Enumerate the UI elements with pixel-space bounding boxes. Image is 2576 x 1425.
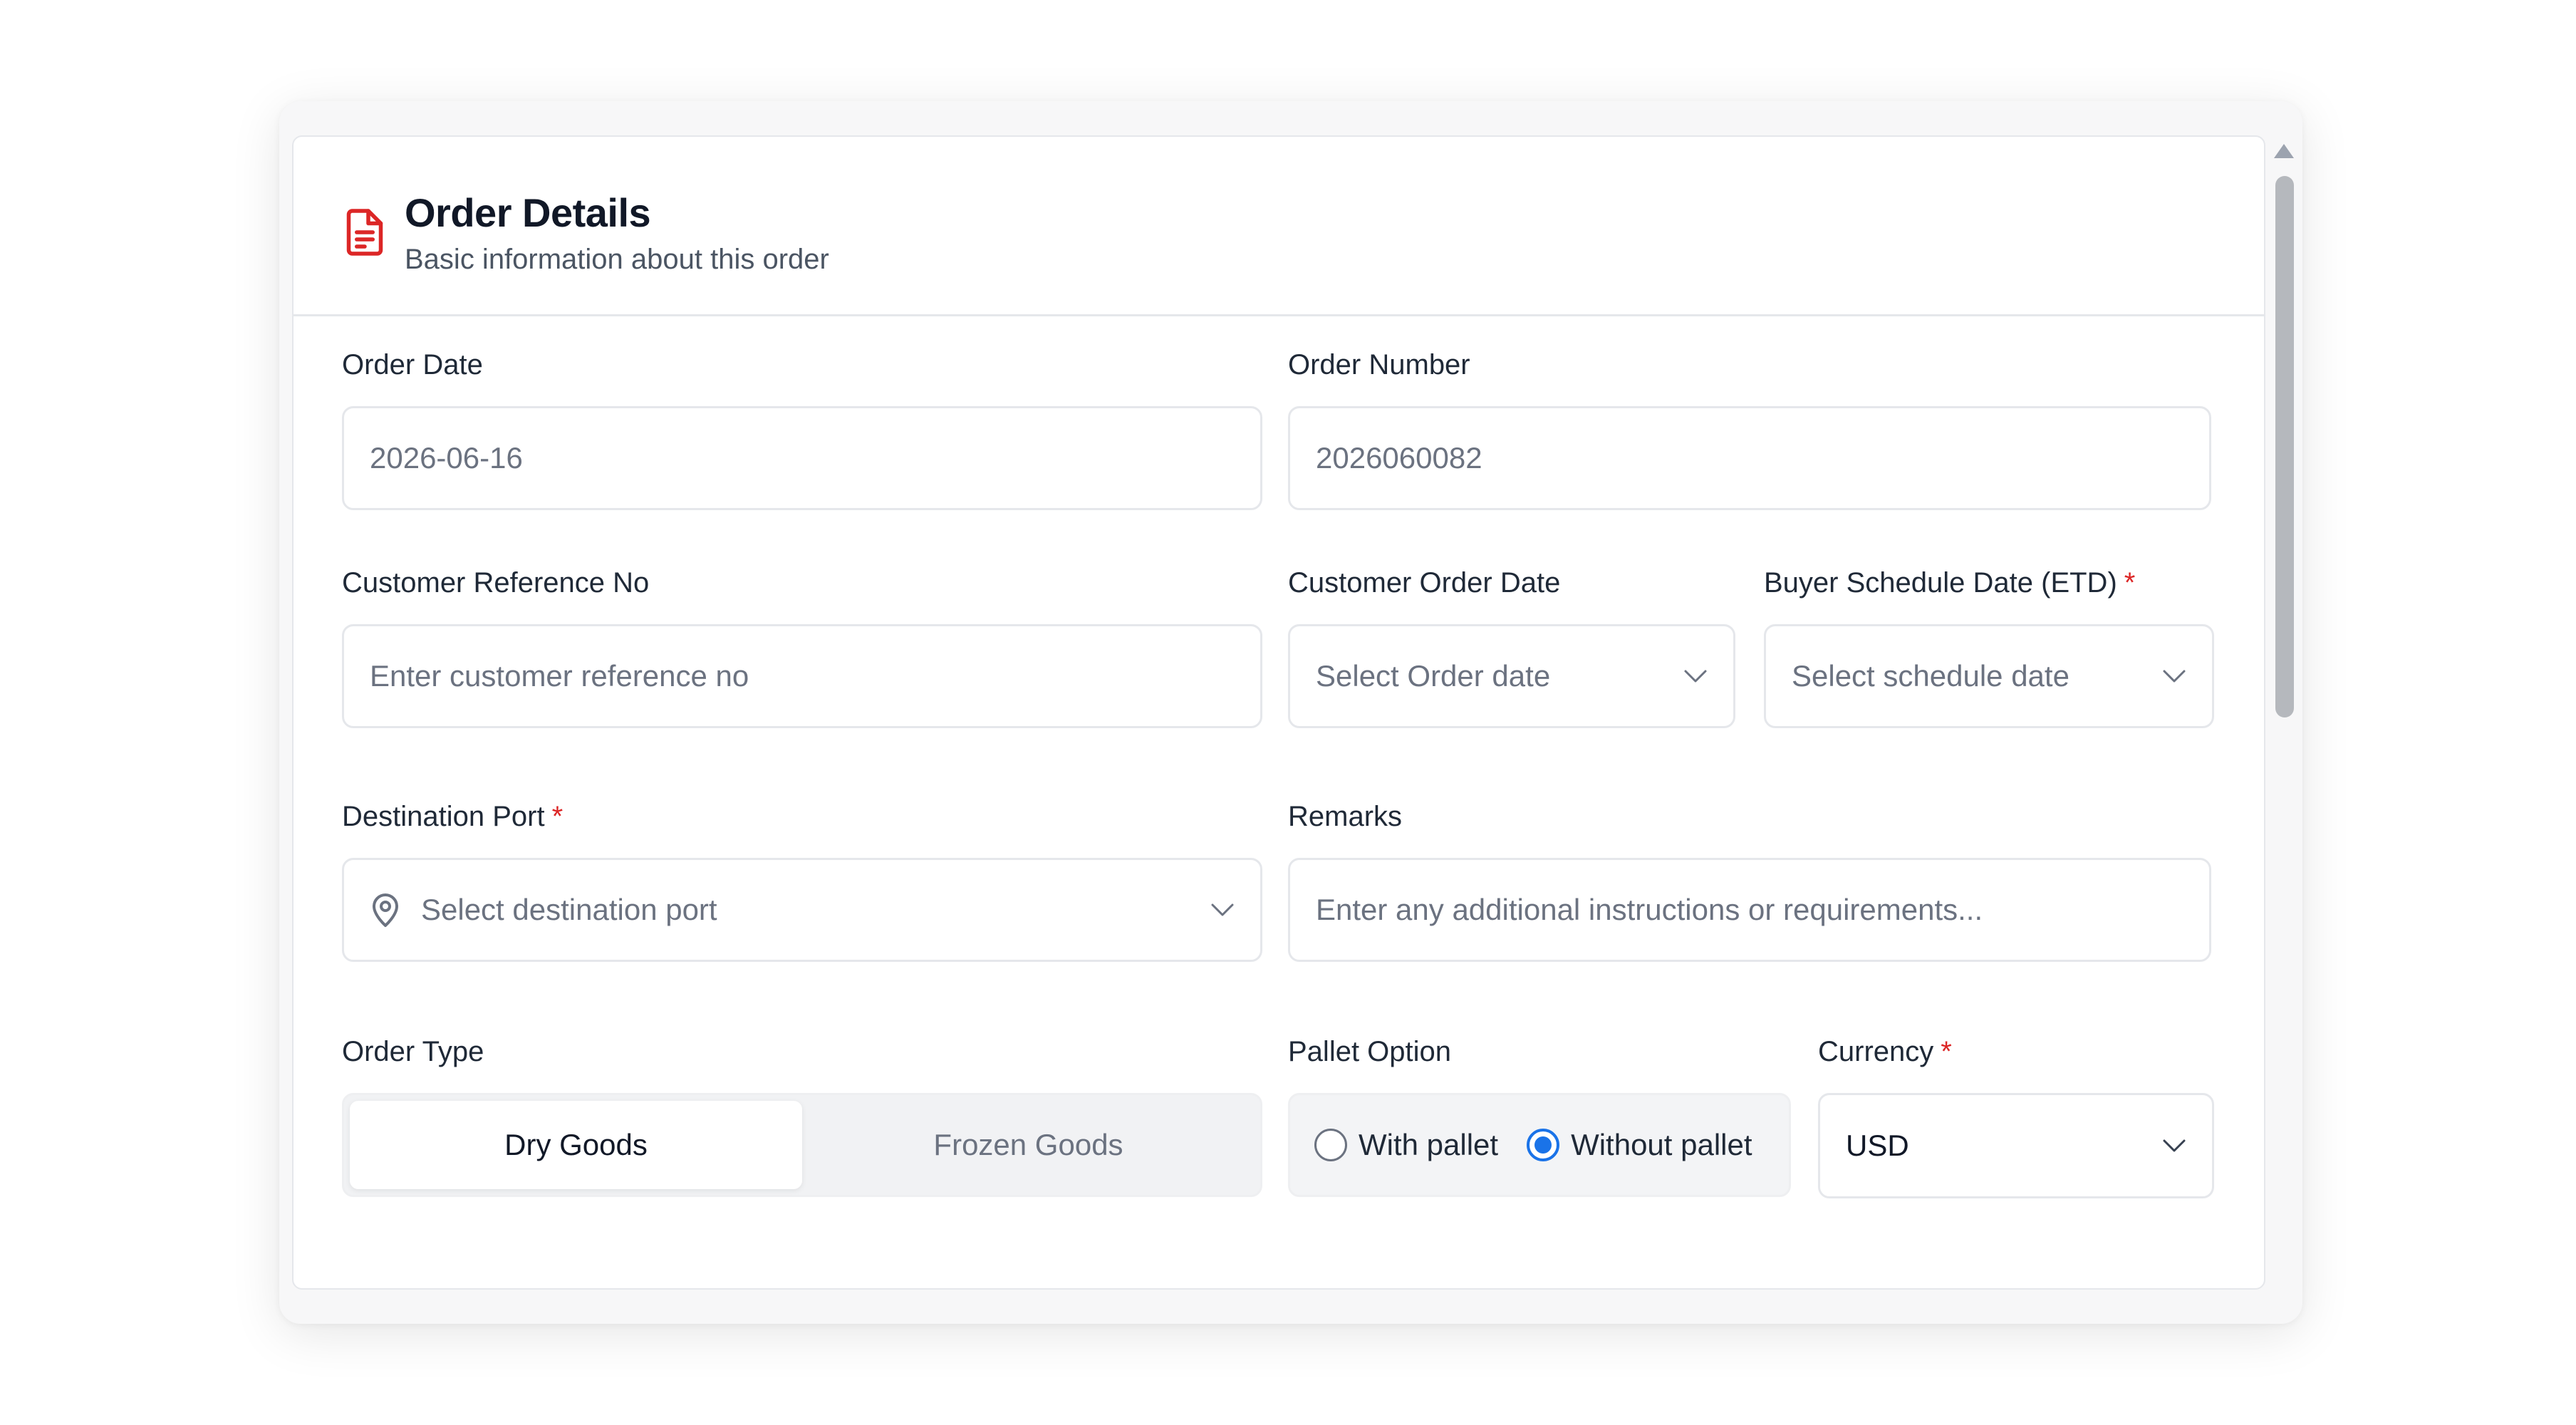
radio-unchecked[interactable] <box>1314 1129 1347 1161</box>
buyer-schedule-date-placeholder: Select schedule date <box>1792 659 2069 693</box>
remarks-placeholder: Enter any additional instructions or req… <box>1316 893 1983 926</box>
customer-order-date-placeholder: Select Order date <box>1316 659 1551 693</box>
order-number-label: Order Number <box>1288 349 1470 380</box>
currency-label-text: Currency <box>1818 1036 1934 1067</box>
order-date-value: 2026-06-16 <box>370 441 523 475</box>
remarks-label: Remarks <box>1288 801 1403 832</box>
destination-port-placeholder: Select destination port <box>421 893 717 926</box>
chevron-down-icon <box>2163 670 2186 683</box>
customer-reference-placeholder: Enter customer reference no <box>370 659 749 693</box>
order-date-field[interactable]: 2026-06-16 <box>342 406 1262 510</box>
order-details-window: Order Details Basic information about th… <box>279 101 2302 1324</box>
map-pin-icon <box>373 893 398 927</box>
card-header: Order Details Basic information about th… <box>294 137 2264 316</box>
customer-reference-input[interactable]: Enter customer reference no <box>342 624 1262 728</box>
destination-port-label: Destination Port * <box>342 801 563 833</box>
currency-select[interactable]: USD <box>1818 1093 2214 1198</box>
pallet-option-with[interactable]: With pallet <box>1314 1128 1498 1162</box>
order-type-label: Order Type <box>342 1036 484 1067</box>
document-icon <box>346 209 383 256</box>
pallet-option-with-label: With pallet <box>1359 1128 1499 1161</box>
destination-port-label-text: Destination Port <box>342 801 545 832</box>
order-type-frozen-goods[interactable]: Frozen Goods <box>802 1101 1255 1189</box>
order-type-dry-goods[interactable]: Dry Goods <box>350 1101 802 1189</box>
customer-reference-label: Customer Reference No <box>342 567 650 598</box>
buyer-schedule-date-picker[interactable]: Select schedule date <box>1764 624 2214 728</box>
page-subtitle: Basic information about this order <box>405 244 829 275</box>
order-number-value: 2026060082 <box>1316 441 1482 475</box>
order-type-toggle: Dry Goods Frozen Goods <box>342 1093 1262 1197</box>
radio-checked[interactable] <box>1527 1129 1560 1161</box>
currency-value: USD <box>1846 1129 1909 1162</box>
customer-order-date-picker[interactable]: Select Order date <box>1288 624 1735 728</box>
pallet-option-group: With pallet Without pallet <box>1288 1093 1791 1197</box>
buyer-schedule-date-label: Buyer Schedule Date (ETD) * <box>1764 567 2135 599</box>
customer-order-date-label: Customer Order Date <box>1288 567 1561 598</box>
chevron-down-icon <box>1684 670 1707 683</box>
order-number-field[interactable]: 2026060082 <box>1288 406 2211 510</box>
scrollbar-thumb[interactable] <box>2275 176 2294 717</box>
destination-port-select[interactable]: Select destination port <box>342 858 1262 962</box>
required-marker: * <box>2124 567 2136 598</box>
required-marker: * <box>551 801 564 832</box>
buyer-schedule-date-label-text: Buyer Schedule Date (ETD) <box>1764 567 2117 598</box>
remarks-input[interactable]: Enter any additional instructions or req… <box>1288 858 2211 962</box>
pallet-option-without[interactable]: Without pallet <box>1527 1128 1752 1162</box>
chevron-down-icon <box>1211 903 1234 916</box>
pallet-option-label: Pallet Option <box>1288 1036 1452 1067</box>
required-marker: * <box>1941 1036 1952 1067</box>
scroll-up-arrow-icon[interactable] <box>2274 144 2294 158</box>
currency-label: Currency * <box>1818 1036 1952 1068</box>
chevron-down-icon <box>2163 1139 2186 1152</box>
page-title: Order Details <box>405 190 651 235</box>
pallet-option-without-label: Without pallet <box>1571 1128 1752 1161</box>
order-details-card: Order Details Basic information about th… <box>292 135 2265 1290</box>
order-date-label: Order Date <box>342 349 483 380</box>
